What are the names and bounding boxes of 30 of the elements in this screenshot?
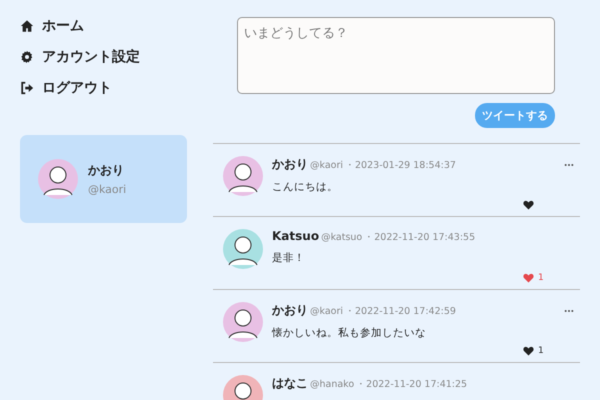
heart-icon[interactable]: [523, 346, 534, 356]
user-handle: @kaori: [310, 160, 344, 171]
user-name: かおり: [272, 156, 308, 173]
user-name: かおり: [272, 302, 308, 319]
more-button[interactable]: [564, 162, 574, 166]
nav-link[interactable]: アカウント設定: [20, 47, 213, 67]
logout-icon: [20, 81, 34, 95]
tweet-text: こんにちは。: [272, 180, 339, 194]
like-count: 1: [538, 273, 544, 283]
tweet-input[interactable]: いまどうしてる？: [237, 17, 555, 94]
user-name: はなこ: [272, 375, 308, 392]
tweet-text: 懐かしいね。私も参加したいな: [272, 326, 427, 340]
tweet-time: ・2022-11-20 17:42:59: [345, 305, 456, 318]
user-handle: @kaori: [310, 306, 344, 317]
profile-name: かおり: [88, 162, 125, 179]
more-button[interactable]: [564, 308, 574, 312]
home-icon: [20, 19, 34, 33]
nav-link[interactable]: ホーム: [20, 16, 213, 36]
tweet-time: ・2023-01-29 18:54:37: [345, 159, 456, 172]
tweet-text: 是非！: [272, 251, 306, 265]
user-name: Katsuo: [272, 229, 320, 243]
user-handle: @hanako: [310, 379, 354, 390]
tweet-time: ・2022-11-20 17:41:25: [356, 378, 468, 391]
settings-icon: [20, 50, 34, 64]
profile-handle: @kaori: [88, 183, 126, 196]
nav-link[interactable]: ログアウト: [20, 78, 213, 98]
like-count: 1: [538, 346, 544, 356]
heart-icon[interactable]: [523, 200, 534, 210]
user-handle: @katsuo: [321, 232, 362, 243]
tweet-time: ・2022-11-20 17:43:55: [364, 231, 476, 244]
